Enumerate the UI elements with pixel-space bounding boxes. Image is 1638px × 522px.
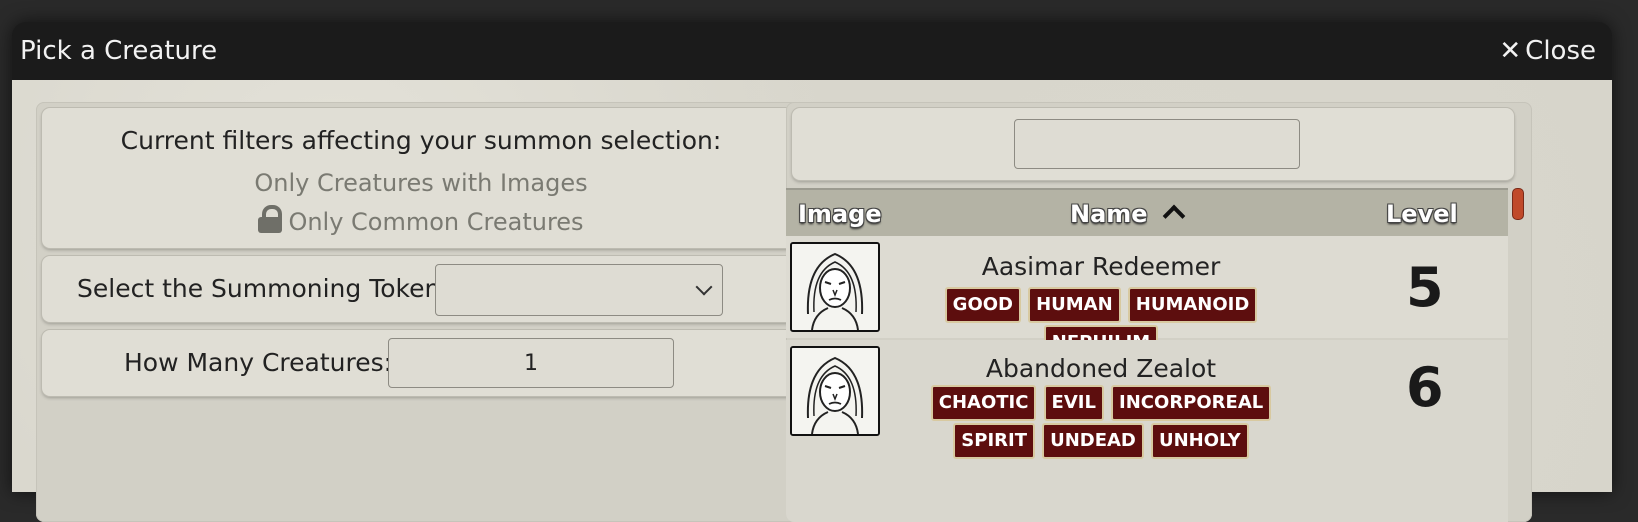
trait-tag: EVIL	[1043, 385, 1104, 421]
trait-tag: INCORPOREAL	[1111, 385, 1272, 421]
column-header-level[interactable]: Level	[1386, 200, 1458, 228]
creature-list-column: Image Name Level Aasimar Redeemer GOOD H…	[786, 102, 1532, 522]
creature-portrait-icon	[792, 244, 878, 330]
dialog-content: Current filters affecting your summon se…	[12, 80, 1612, 522]
close-icon: ✕	[1499, 36, 1522, 66]
creature-name: Aasimar Redeemer	[981, 252, 1221, 281]
search-input[interactable]	[1014, 119, 1300, 169]
creature-count-input[interactable]	[388, 338, 674, 388]
summoning-token-select[interactable]	[435, 264, 723, 316]
trait-tag: GOOD	[944, 287, 1021, 323]
creature-image	[790, 346, 880, 436]
trait-tag: HUMAN	[1028, 287, 1121, 323]
close-label: Close	[1525, 36, 1596, 66]
scrollbar-thumb[interactable]	[1512, 188, 1524, 220]
column-header-name[interactable]: Name	[1070, 200, 1148, 228]
summoning-token-panel: Select the Summoning Token:	[42, 256, 800, 322]
dialog-titlebar: Pick a Creature ✕ Close	[12, 22, 1612, 80]
table-scrollbar[interactable]	[1512, 188, 1524, 522]
table-row[interactable]: Abandoned Zealot CHAOTIC EVIL INCORPOREA…	[786, 340, 1508, 522]
creature-count-panel: How Many Creatures:	[42, 330, 800, 396]
creature-name: Abandoned Zealot	[985, 354, 1217, 383]
filters-panel: Current filters affecting your summon se…	[42, 108, 800, 248]
creature-portrait-icon	[792, 348, 878, 434]
trait-tag: UNHOLY	[1150, 423, 1249, 459]
creature-image	[790, 242, 880, 332]
trait-tag: UNDEAD	[1042, 423, 1144, 459]
creature-level: 5	[1406, 256, 1444, 319]
filters-heading: Current filters affecting your summon se…	[120, 126, 722, 155]
filter-item-locked: Only Common Creatures	[42, 205, 800, 236]
creature-traits: CHAOTIC EVIL INCORPOREAL SPIRIT UNDEAD U…	[886, 384, 1316, 460]
pick-creature-dialog: Pick a Creature ✕ Close Current filters a…	[12, 22, 1612, 522]
trait-tag: CHAOTIC	[930, 385, 1037, 421]
table-row[interactable]: Aasimar Redeemer GOOD HUMAN HUMANOID NEP…	[786, 236, 1508, 361]
close-button[interactable]: ✕ Close	[1499, 36, 1596, 66]
filter-item-label: Only Common Creatures	[288, 208, 584, 236]
creature-count-label: How Many Creatures:	[124, 348, 393, 377]
creature-level: 6	[1406, 356, 1444, 419]
sort-ascending-icon	[1162, 204, 1186, 228]
trait-tag: SPIRIT	[953, 423, 1035, 459]
filter-item: Only Creatures with Images	[254, 169, 588, 197]
trait-tag: HUMANOID	[1127, 287, 1258, 323]
search-panel	[792, 108, 1514, 180]
lock-icon	[258, 205, 283, 233]
dialog-title: Pick a Creature	[20, 36, 218, 66]
table-header: Image Name Level	[786, 188, 1508, 236]
chevron-down-icon	[695, 278, 713, 296]
summoning-token-label: Select the Summoning Token:	[77, 274, 449, 303]
settings-column: Current filters affecting your summon se…	[36, 102, 806, 522]
column-header-image[interactable]: Image	[798, 200, 882, 228]
